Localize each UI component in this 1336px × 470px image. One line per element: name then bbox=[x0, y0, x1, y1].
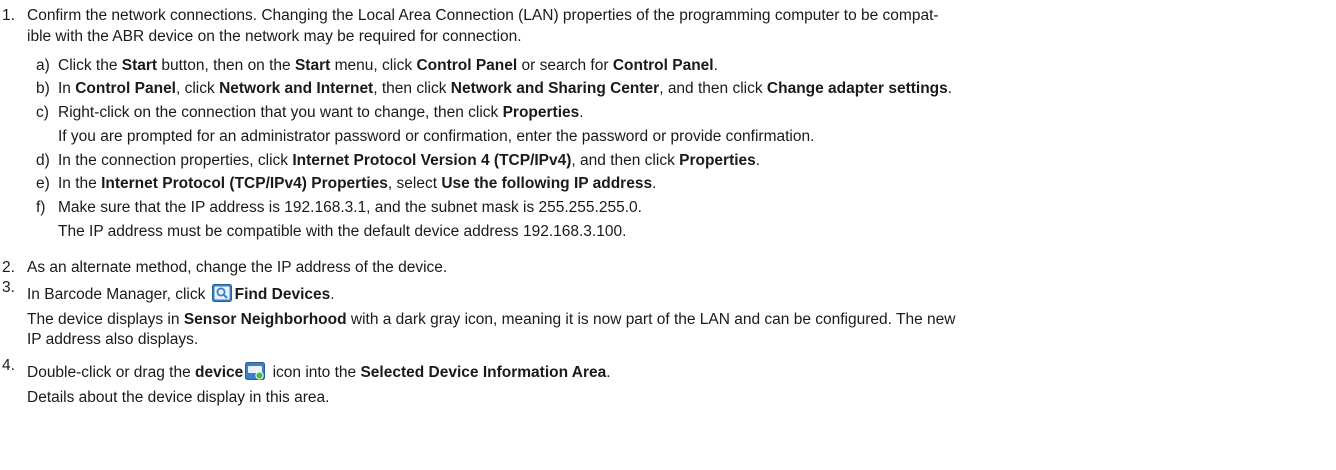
step-text: Double-click or drag the device icon int… bbox=[27, 362, 611, 381]
step-text: Details about the device display in this… bbox=[27, 389, 330, 406]
step-number: 1. bbox=[2, 7, 15, 24]
step-text: As an alternate method, change the IP ad… bbox=[27, 259, 448, 276]
substep-text: Right-click on the connection that you w… bbox=[58, 104, 584, 121]
substep-text: Click the Start button, then on the Star… bbox=[58, 57, 718, 74]
step-number: 3. bbox=[2, 279, 15, 296]
step-number: 2. bbox=[2, 259, 15, 276]
substep-letter: e) bbox=[36, 175, 50, 192]
document-page: 1. Confirm the network connections. Chan… bbox=[0, 0, 1336, 470]
device-icon bbox=[245, 362, 266, 380]
step-text: The device displays in Sensor Neighborho… bbox=[27, 311, 956, 328]
substep-text: Make sure that the IP address is 192.168… bbox=[58, 199, 642, 216]
substep-text: If you are prompted for an administrator… bbox=[58, 128, 815, 145]
substep-letter: a) bbox=[36, 57, 50, 74]
substep-letter: f) bbox=[36, 199, 46, 216]
step-number: 4. bbox=[2, 357, 15, 374]
substep-text: In the connection properties, click Inte… bbox=[58, 152, 761, 169]
substep-letter: d) bbox=[36, 152, 50, 169]
substep-text: In Control Panel, click Network and Inte… bbox=[58, 80, 953, 97]
find-devices-icon bbox=[211, 284, 232, 302]
substep-letter: b) bbox=[36, 80, 50, 97]
step-text: ible with the ABR device on the network … bbox=[27, 28, 522, 45]
step-text: Confirm the network connections. Changin… bbox=[27, 7, 939, 24]
substep-text: In the Internet Protocol (TCP/IPv4) Prop… bbox=[58, 175, 657, 192]
step-text: IP address also displays. bbox=[27, 331, 199, 348]
substep-text: The IP address must be compatible with t… bbox=[58, 223, 627, 240]
substep-letter: c) bbox=[36, 104, 49, 121]
step-text: In Barcode Manager, click Find Devices. bbox=[27, 284, 335, 303]
